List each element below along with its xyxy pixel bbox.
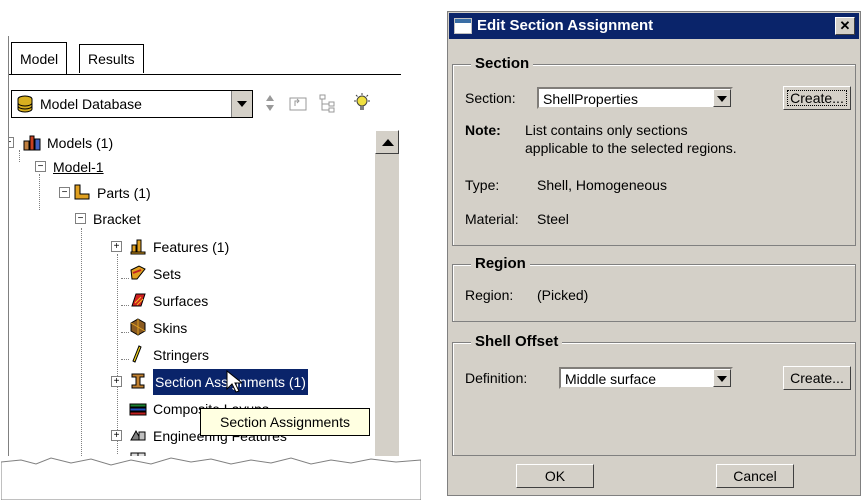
tree-label: Model-1 [53,159,104,175]
database-icon [17,95,33,113]
definition-label: Definition: [465,370,528,386]
group-title: Region [471,255,530,272]
engineering-features-icon [130,429,146,441]
definition-value: Middle surface [565,371,657,387]
database-toolbar: Model Database [11,90,399,118]
tree-label: Skins [153,320,188,336]
chevron-down-icon[interactable] [713,89,731,107]
region-label: Region: [465,287,514,303]
sets-icon [130,265,146,280]
model-tree-panel: Model Results Model Database Models (1) … [1,36,421,500]
tree-connector [19,150,20,162]
window-icon [454,18,472,34]
tab-results[interactable]: Results [79,44,144,73]
note-label: Note: [465,122,501,138]
edit-section-assignment-dialog: Edit Section Assignment ✕ Section Sectio… [447,11,861,496]
tree-scrollbar[interactable] [375,130,399,456]
composite-layups-icon [129,403,147,416]
dialog-title: Edit Section Assignment [477,17,654,34]
parts-icon [74,184,90,200]
tree-structure-icon[interactable] [317,92,339,114]
skins-icon [130,318,146,336]
note-text-line2: applicable to the selected regions. [525,140,737,156]
group-title: Section [471,55,534,72]
material-label: Material: [465,211,519,227]
shell-offset-group: Shell Offset Definition: Middle surface … [452,333,856,456]
mouse-cursor-icon [226,370,242,393]
tab-underline [9,74,401,75]
tree-connector [121,359,129,360]
region-group: Region Region: (Picked) [452,255,856,322]
tree-label: Sets [153,266,182,282]
sort-arrows-icon[interactable] [259,92,281,114]
tab-model[interactable]: Model [11,42,68,75]
torn-edge [1,457,421,500]
section-label: Section: [465,90,516,106]
close-button[interactable]: ✕ [835,17,855,35]
lightbulb-icon[interactable] [351,92,373,114]
dialog-title-bar[interactable]: Edit Section Assignment ✕ [449,13,859,39]
tree-label: Features (1) [153,239,230,255]
tab-strip: Model Results [9,42,401,75]
collapse-icon[interactable]: − [59,187,70,198]
tree-label: Stringers [153,347,210,363]
features-icon [130,239,146,255]
tree-label: Models (1) [47,135,114,151]
chevron-down-icon[interactable] [231,91,252,117]
tree-connector [117,254,118,454]
section-create-button[interactable]: Create... [783,86,851,110]
chevron-down-icon[interactable] [713,369,731,387]
section-assignments-icon [131,373,145,389]
scroll-up-button[interactable] [375,130,399,154]
tree-label: Parts (1) [97,185,151,201]
surfaces-icon [131,293,146,307]
stringers-icon [132,345,142,363]
tree-connector [39,174,40,210]
tree-connector [81,228,82,456]
region-value: (Picked) [537,287,589,303]
section-group: Section Section: ShellProperties Create.… [452,55,856,246]
definition-select[interactable]: Middle surface [559,367,733,389]
section-value: ShellProperties [543,91,638,107]
model-database-select[interactable]: Model Database [11,90,253,118]
tree-label: Bracket [93,211,141,227]
tree-label: Surfaces [153,293,209,309]
expand-icon[interactable]: + [111,430,122,441]
type-value: Shell, Homogeneous [537,177,667,193]
type-label: Type: [465,177,500,193]
cancel-button[interactable]: Cancel [716,464,794,488]
parent-folder-icon[interactable] [287,92,309,114]
material-value: Steel [537,211,569,227]
models-icon [23,135,41,151]
collapse-icon[interactable]: − [9,137,14,148]
tooltip: Section Assignments [200,408,370,436]
section-select[interactable]: ShellProperties [537,87,733,109]
collapse-icon[interactable]: − [35,161,46,172]
ok-button[interactable]: OK [516,464,594,488]
model-database-value: Model Database [40,96,142,112]
expand-icon[interactable]: + [111,241,122,252]
group-title: Shell Offset [471,333,563,350]
tree-connector [121,332,129,333]
tree-connector [121,305,129,306]
collapse-icon[interactable]: − [75,213,86,224]
expand-icon[interactable]: + [111,376,122,387]
note-text-line1: List contains only sections [525,122,688,138]
offset-create-button[interactable]: Create... [783,366,851,390]
tree-connector [121,278,129,279]
